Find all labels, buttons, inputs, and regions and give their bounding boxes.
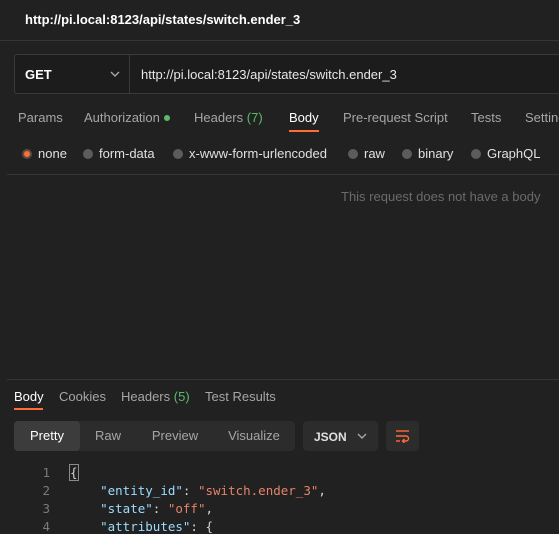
request-title[interactable]: http://pi.local:8123/api/states/switch.e… xyxy=(25,12,300,27)
title-divider xyxy=(0,40,559,41)
response-tab-headers-count: (5) xyxy=(173,389,190,404)
radio-raw[interactable]: raw xyxy=(348,146,385,161)
format-label: JSON xyxy=(314,430,347,444)
radio-unselected-icon xyxy=(83,148,93,159)
view-raw-button[interactable]: Raw xyxy=(84,421,132,451)
radio-unselected-icon xyxy=(402,148,412,159)
radio-none-label: none xyxy=(38,146,67,161)
tab-authorization-label: Authorization xyxy=(84,110,160,125)
radio-binary[interactable]: binary xyxy=(402,146,453,161)
chevron-down-icon xyxy=(357,433,367,439)
view-pretty-button[interactable]: Pretty xyxy=(14,421,80,451)
method-label: GET xyxy=(25,67,52,82)
radio-graphql[interactable]: GraphQL xyxy=(471,146,540,161)
json-key: "state" xyxy=(100,501,153,516)
radio-unselected-icon xyxy=(348,148,358,159)
radio-raw-label: raw xyxy=(364,146,385,161)
radio-binary-label: binary xyxy=(418,146,454,161)
chevron-down-icon xyxy=(110,71,120,77)
response-tab-cookies[interactable]: Cookies xyxy=(59,389,106,404)
radio-unselected-icon xyxy=(173,148,183,159)
radio-graphql-label: GraphQL xyxy=(487,146,541,161)
response-tab-headers-label: Headers xyxy=(121,389,171,404)
line-number: 4 xyxy=(42,519,50,534)
radio-form-data-label: form-data xyxy=(99,146,155,161)
code-line[interactable]: "entity_id": "switch.ender_3", xyxy=(70,483,326,498)
radio-selected-icon xyxy=(22,148,32,159)
line-number: 1 xyxy=(42,465,50,480)
json-key: "entity_id" xyxy=(100,483,183,498)
code-line[interactable]: "state": "off", xyxy=(70,501,213,516)
empty-body-message: This request does not have a body xyxy=(341,189,541,204)
json-value: "off" xyxy=(167,501,206,516)
line-number: 3 xyxy=(42,501,50,516)
response-divider[interactable] xyxy=(7,379,559,380)
response-tab-headers[interactable]: Headers (5) xyxy=(121,389,190,404)
code-line[interactable]: { xyxy=(69,464,79,481)
tab-tests[interactable]: Tests xyxy=(471,110,501,125)
tab-body[interactable]: Body xyxy=(289,110,319,125)
radio-unselected-icon xyxy=(471,148,481,159)
radio-urlencoded-label: x-www-form-urlencoded xyxy=(189,146,327,161)
json-value: "switch.ender_3" xyxy=(197,483,319,498)
tab-authorization[interactable]: Authorization xyxy=(84,110,170,125)
url-input[interactable]: http://pi.local:8123/api/states/switch.e… xyxy=(141,67,397,82)
status-dot-icon xyxy=(163,114,170,121)
response-active-tab-indicator xyxy=(14,408,43,410)
tab-headers[interactable]: Headers (7) xyxy=(194,110,263,125)
wrap-lines-button[interactable] xyxy=(386,421,419,451)
view-mode-group: Pretty Raw Preview Visualize xyxy=(14,421,295,451)
wrap-lines-icon xyxy=(396,430,410,443)
radio-form-data[interactable]: form-data xyxy=(83,146,155,161)
radio-none[interactable]: none xyxy=(22,146,67,161)
tab-headers-label: Headers xyxy=(194,110,244,125)
radio-urlencoded[interactable]: x-www-form-urlencoded xyxy=(173,146,327,161)
active-tab-indicator xyxy=(289,130,319,132)
code-brace: { xyxy=(69,464,79,481)
tab-settings[interactable]: Settings xyxy=(525,110,559,125)
method-select[interactable]: GET xyxy=(15,55,130,93)
url-bar: GET http://pi.local:8123/api/states/swit… xyxy=(14,54,559,94)
json-key: "attributes" xyxy=(100,519,191,534)
response-tab-body[interactable]: Body xyxy=(14,389,44,404)
code-brace: { xyxy=(205,519,214,534)
line-number: 2 xyxy=(42,483,50,498)
tab-params[interactable]: Params xyxy=(18,110,63,125)
tab-headers-count: (7) xyxy=(246,110,263,125)
format-select[interactable]: JSON xyxy=(303,421,378,451)
tab-pre-request-script[interactable]: Pre-request Script xyxy=(343,110,448,125)
response-tab-test-results[interactable]: Test Results xyxy=(205,389,276,404)
view-preview-button[interactable]: Preview xyxy=(144,421,206,451)
title-bar: http://pi.local:8123/api/states/switch.e… xyxy=(0,0,559,40)
code-line[interactable]: "attributes": { xyxy=(70,519,213,534)
view-visualize-button[interactable]: Visualize xyxy=(220,421,288,451)
body-divider xyxy=(7,174,559,175)
